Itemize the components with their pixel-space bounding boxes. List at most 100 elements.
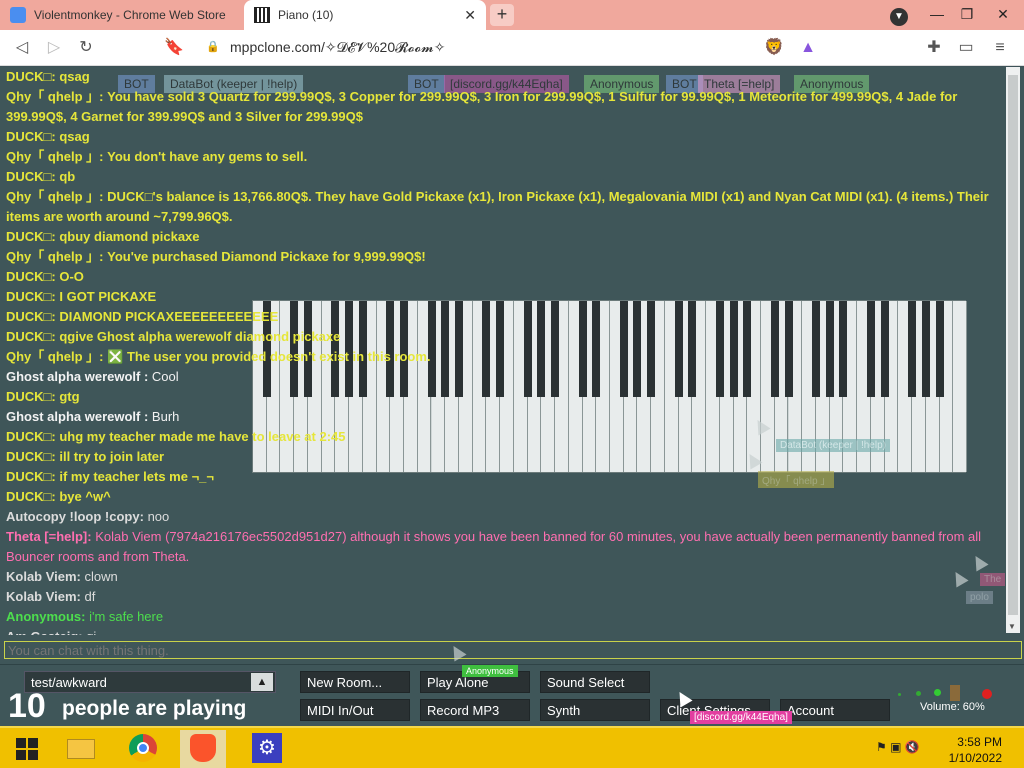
chat-message: DUCK□: bye ^w^ xyxy=(6,487,1006,507)
chat-input[interactable] xyxy=(4,641,1022,659)
chat-author[interactable]: DUCK□: xyxy=(6,129,56,144)
reload-icon[interactable]: ↻ xyxy=(76,38,96,58)
brave-icon[interactable] xyxy=(180,730,226,768)
chat-author[interactable]: DUCK□: xyxy=(6,169,56,184)
midi-button[interactable]: MIDI In/Out xyxy=(300,699,410,721)
chat-author[interactable]: DUCK□: xyxy=(6,289,56,304)
chrome-icon[interactable] xyxy=(120,730,166,768)
cursor-label: [discord.gg/k44Eqha] xyxy=(690,711,792,724)
tab-piano[interactable]: Piano (10) ✕ xyxy=(244,0,486,30)
settings-icon[interactable]: ⚙ xyxy=(244,730,290,768)
chat-text: qb xyxy=(59,169,76,184)
synth-button[interactable]: Synth xyxy=(540,699,650,721)
chat-author[interactable]: Qhy「 qhelp 」: xyxy=(6,189,104,204)
status-led xyxy=(934,689,941,696)
tab-violentmonkey[interactable]: Violentmonkey - Chrome Web Store xyxy=(0,0,240,30)
chat-text: You've purchased Diamond Pickaxe for 9,9… xyxy=(107,249,426,264)
chat-text: bye ^w^ xyxy=(59,489,111,504)
chat-author[interactable]: DUCK□: xyxy=(6,389,56,404)
extensions-icon[interactable]: ✚ xyxy=(924,38,944,58)
account-button[interactable]: Account xyxy=(780,699,890,721)
menu-icon[interactable]: ≡ xyxy=(990,38,1010,58)
chat-author[interactable]: Qhy「 qhelp 」: xyxy=(6,349,104,364)
bookmark-icon[interactable]: 🔖 xyxy=(164,38,184,58)
chat-message: Anonymous: i'm safe here xyxy=(6,607,1006,627)
chat-text: if my teacher lets me ¬_¬ xyxy=(59,469,215,484)
chat-scrollbar[interactable]: ▼ xyxy=(1006,67,1020,633)
chat-author[interactable]: DUCK□: xyxy=(6,429,56,444)
record-mp3-button[interactable]: Record MP3 xyxy=(420,699,530,721)
clock[interactable]: 3:58 PM 1/10/2022 xyxy=(949,734,1002,766)
brave-shield-icon[interactable]: 🦁 xyxy=(764,38,784,58)
chat-text: ❎ The user you provided doesn't exist in… xyxy=(107,349,431,364)
chat-author[interactable]: Am Gasteig: xyxy=(6,629,83,635)
chat-author[interactable]: Autocopy !loop !copy: xyxy=(6,509,144,524)
chat-author[interactable]: Qhy「 qhelp 」: xyxy=(6,149,104,164)
file-explorer-icon[interactable] xyxy=(58,730,104,768)
scroll-down-icon[interactable]: ▼ xyxy=(1008,622,1016,631)
brave-rewards-icon[interactable]: ▲ xyxy=(798,38,818,58)
room-selector[interactable]: test/awkward ▲ xyxy=(24,671,276,693)
chat-author[interactable]: DUCK□: xyxy=(6,489,56,504)
close-tab-icon[interactable]: ✕ xyxy=(464,7,476,24)
close-window-button[interactable]: ✕ xyxy=(988,0,1018,30)
chat-author[interactable]: Ghost alpha werewolf : xyxy=(6,369,148,384)
chat-message: DUCK□: qbuy diamond pickaxe xyxy=(6,227,1006,247)
back-icon[interactable]: ◁ xyxy=(12,38,32,58)
room-dropdown-icon[interactable]: ▲ xyxy=(251,673,273,691)
volume-label: Volume: 60% xyxy=(920,701,985,713)
chat-text: i'm safe here xyxy=(89,609,164,624)
minimize-window-button[interactable]: — xyxy=(922,0,952,30)
chat-message: DUCK□: DIAMOND PICKAXEEEEEEEEEEEE xyxy=(6,307,1006,327)
chat-message: DUCK□: gtg xyxy=(6,387,1006,407)
volume-knob[interactable] xyxy=(950,685,960,701)
chat-author[interactable]: Qhy「 qhelp 」: xyxy=(6,89,104,104)
chat-text: qbuy diamond pickaxe xyxy=(59,229,200,244)
chrome-web-store-icon xyxy=(10,7,26,23)
forward-icon[interactable]: ▷ xyxy=(44,38,64,58)
windows-taskbar: ⚙ ⚑ ▣ 🔇 3:58 PM 1/10/2022 xyxy=(0,726,1024,768)
player-count-label: people are playing xyxy=(62,697,247,720)
chat-text: qi xyxy=(86,629,96,635)
windows-start-icon[interactable] xyxy=(4,730,50,768)
scrollbar-thumb[interactable] xyxy=(1008,75,1018,615)
chat-message: DUCK□: uhg my teacher made me have to le… xyxy=(6,427,1006,447)
chat-author[interactable]: DUCK□: xyxy=(6,229,56,244)
tab-title: Piano (10) xyxy=(278,8,334,22)
maximize-window-button[interactable]: ❐ xyxy=(952,0,982,30)
new-tab-button[interactable]: + xyxy=(490,4,514,26)
lock-icon[interactable]: 🔒 xyxy=(206,40,220,53)
chat-message: DUCK□: if my teacher lets me ¬_¬ xyxy=(6,467,1006,487)
new-room-button[interactable]: New Room... xyxy=(300,671,410,693)
chat-author[interactable]: Anonymous: xyxy=(6,609,85,624)
chat-message: Ghost alpha werewolf : Cool xyxy=(6,367,1006,387)
chat-author[interactable]: DUCK□: xyxy=(6,469,56,484)
wallet-icon[interactable]: ▭ xyxy=(956,38,976,58)
chat-author[interactable]: DUCK□: xyxy=(6,269,56,284)
chat-text: I GOT PICKAXE xyxy=(59,289,157,304)
sound-select-button[interactable]: Sound Select xyxy=(540,671,650,693)
browser-tab-bar: Violentmonkey - Chrome Web Store Piano (… xyxy=(0,0,1024,30)
tray-icons[interactable]: ⚑ ▣ 🔇 xyxy=(876,740,920,754)
chat-message: Qhy「 qhelp 」: You have sold 3 Quartz for… xyxy=(6,87,1006,127)
address-bar[interactable]: mppclone.com/✧𝓓𝓔𝓥%20𝓡𝓸𝓸𝓶✧ xyxy=(230,39,445,56)
chat-log: DUCK□: qsag Qhy「 qhelp 」: You have sold 3… xyxy=(6,67,1006,635)
chat-author[interactable]: Theta [=help]: xyxy=(6,529,92,544)
chat-author[interactable]: Kolab Viem: xyxy=(6,589,81,604)
chat-text: You don't have any gems to sell. xyxy=(107,149,308,164)
chat-author[interactable]: DUCK□: xyxy=(6,449,56,464)
chat-author[interactable]: DUCK□: xyxy=(6,69,56,84)
chat-author[interactable]: DUCK□: xyxy=(6,329,56,344)
chat-author[interactable]: DUCK□: xyxy=(6,309,56,324)
chat-text: Cool xyxy=(151,369,179,384)
clock-time: 3:58 PM xyxy=(957,735,1002,749)
chat-message: Autocopy !loop !copy: noo xyxy=(6,507,1006,527)
chat-author[interactable]: Qhy「 qhelp 」: xyxy=(6,249,104,264)
tab-title: Violentmonkey - Chrome Web Store xyxy=(34,8,226,22)
chat-text: Burh xyxy=(151,409,180,424)
chat-author[interactable]: Ghost alpha werewolf : xyxy=(6,409,148,424)
chat-message: Qhy「 qhelp 」: You've purchased Diamond P… xyxy=(6,247,1006,267)
chat-author[interactable]: Kolab Viem: xyxy=(6,569,81,584)
status-led xyxy=(898,693,901,696)
profile-icon[interactable]: ▼ xyxy=(884,0,914,30)
